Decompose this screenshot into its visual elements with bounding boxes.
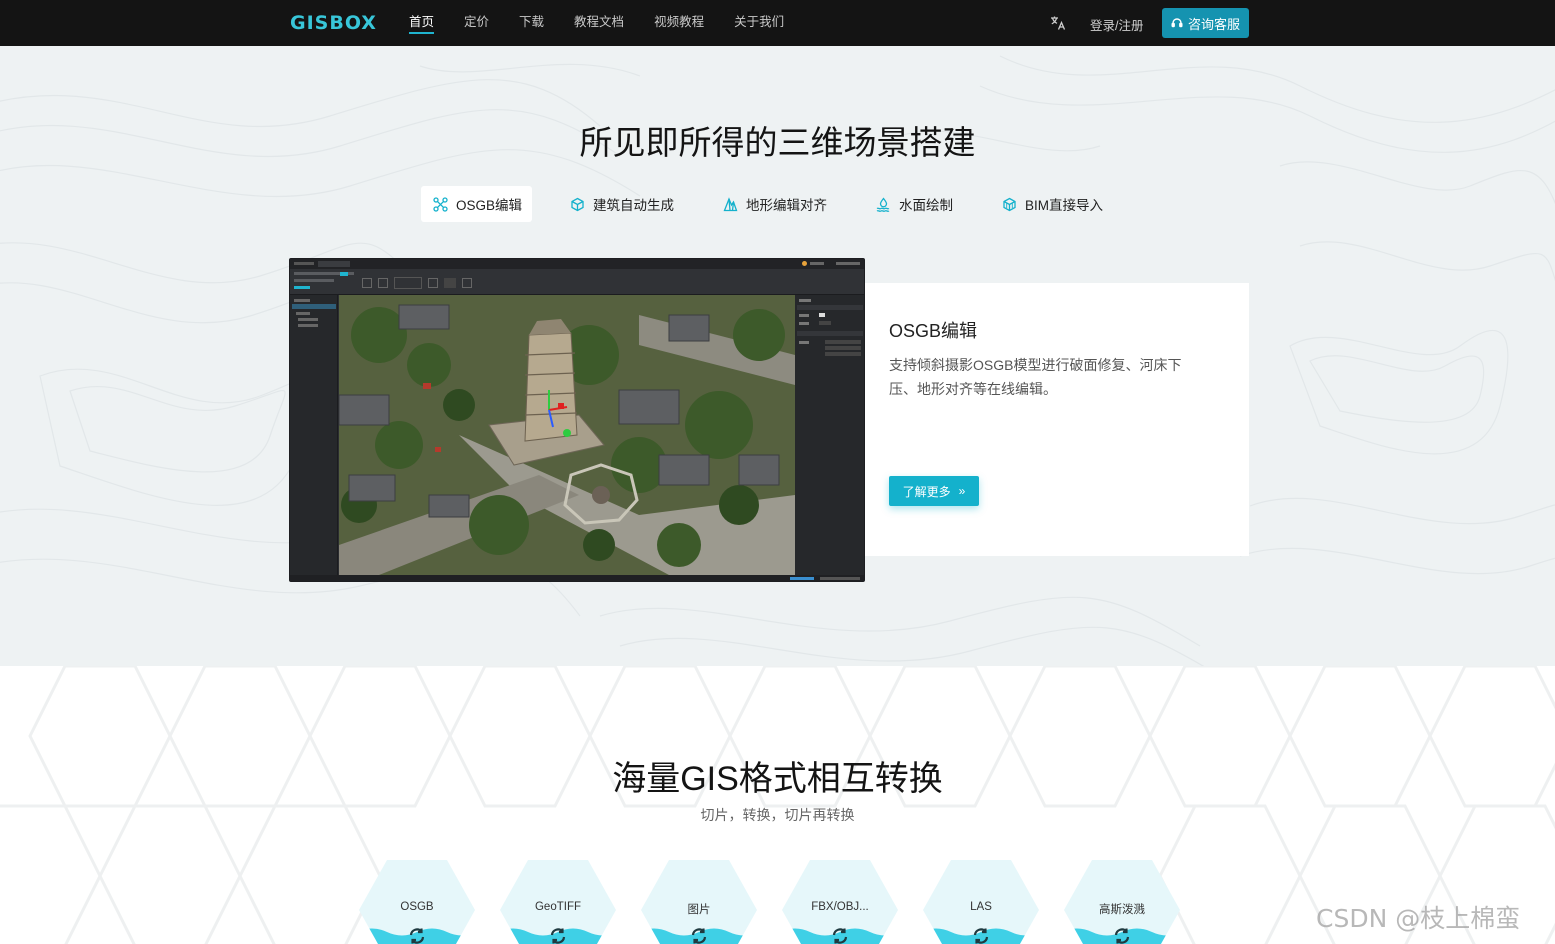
feature-tabs: OSGB编辑 建筑自动生成 地形编辑对齐 水面绘制 BIM直接导入 bbox=[0, 186, 1555, 222]
learn-more-button[interactable]: 了解更多 » bbox=[889, 476, 979, 506]
consult-service-button[interactable]: 咨询客服 bbox=[1162, 8, 1249, 38]
headset-icon bbox=[1171, 18, 1183, 28]
format-label: 高斯泼溅 bbox=[1099, 904, 1145, 916]
csdn-watermark: CSDN @枝上棉蛮 bbox=[1316, 904, 1521, 933]
format-label: LAS bbox=[970, 901, 992, 913]
nav-link-download[interactable]: 下载 bbox=[519, 0, 544, 46]
format-label: GeoTIFF bbox=[534, 901, 581, 913]
format-label: 图片 bbox=[687, 904, 711, 916]
nav-link-pricing[interactable]: 定价 bbox=[464, 0, 489, 46]
format-card-geotiff[interactable]: GeoTIFF bbox=[498, 860, 618, 944]
bim-cube-icon bbox=[1003, 197, 1016, 211]
3d-viewport bbox=[339, 295, 795, 575]
tab-terrain-align[interactable]: 地形编辑对齐 bbox=[711, 186, 837, 222]
tab-label: 建筑自动生成 bbox=[593, 198, 674, 213]
format-card-gaussian-splatting[interactable]: 高斯泼溅 bbox=[1062, 860, 1182, 944]
nav-link-home[interactable]: 首页 bbox=[409, 0, 435, 46]
translate-icon[interactable] bbox=[1049, 14, 1067, 32]
format-card-las[interactable]: LAS bbox=[921, 860, 1041, 944]
refresh-icon bbox=[832, 928, 848, 944]
tab-bim-import[interactable]: BIM直接导入 bbox=[990, 186, 1113, 222]
refresh-icon bbox=[550, 928, 566, 944]
cube-icon bbox=[571, 197, 584, 211]
refresh-icon bbox=[409, 928, 425, 944]
gisbox-logo[interactable]: GISBOX bbox=[290, 12, 377, 34]
drone-icon bbox=[433, 196, 448, 212]
app-statusbar bbox=[290, 575, 864, 581]
scene-building-section: 所见即所得的三维场景搭建 OSGB编辑 建筑自动生成 地形编辑对齐 水面绘制 B… bbox=[0, 46, 1555, 666]
feature-description-card: OSGB编辑 支持倾斜摄影OSGB模型进行破面修复、河床下压、地形对齐等在线编辑… bbox=[865, 283, 1249, 556]
terrain-icon bbox=[723, 196, 738, 211]
refresh-icon bbox=[1114, 928, 1130, 944]
format-card-osgb[interactable]: OSGB bbox=[357, 860, 477, 944]
consult-label: 咨询客服 bbox=[1187, 16, 1240, 32]
tab-osgb-edit[interactable]: OSGB编辑 bbox=[421, 186, 533, 222]
app-toolbar bbox=[290, 269, 864, 295]
section-subtitle: 切片，转换，切片再转换 bbox=[700, 807, 855, 823]
double-chevron-right-icon: » bbox=[958, 484, 966, 498]
card-title: OSGB编辑 bbox=[889, 321, 978, 341]
osgb-editor-screenshot bbox=[289, 258, 865, 582]
format-label: FBX/OBJ... bbox=[811, 901, 869, 913]
app-layer-panel bbox=[290, 295, 338, 577]
top-navbar: GISBOX 首页 定价 下载 教程文档 视频教程 关于我们 登录/注册 咨询客… bbox=[0, 0, 1555, 46]
nav-link-about[interactable]: 关于我们 bbox=[734, 0, 784, 46]
aerial-pagoda-scene bbox=[339, 295, 795, 575]
app-properties-panel bbox=[795, 295, 864, 577]
card-description: 支持倾斜摄影OSGB模型进行破面修复、河床下压、地形对齐等在线编辑。 bbox=[889, 357, 1182, 397]
section-title: 海量GIS格式相互转换 bbox=[612, 760, 943, 798]
nav-link-docs[interactable]: 教程文档 bbox=[574, 0, 624, 46]
tab-auto-building[interactable]: 建筑自动生成 bbox=[558, 186, 684, 222]
tab-water-draw[interactable]: 水面绘制 bbox=[864, 186, 963, 222]
nav-link-videos[interactable]: 视频教程 bbox=[654, 0, 704, 46]
tab-label: OSGB编辑 bbox=[456, 198, 523, 213]
tab-label: 地形编辑对齐 bbox=[746, 198, 827, 213]
format-card-image[interactable]: 图片 bbox=[639, 860, 759, 944]
login-register-link[interactable]: 登录/注册 bbox=[1090, 15, 1143, 34]
logo-text: GISBOX bbox=[290, 12, 377, 34]
learn-more-label: 了解更多 bbox=[902, 484, 951, 499]
refresh-icon bbox=[973, 928, 989, 944]
section-title: 所见即所得的三维场景搭建 bbox=[579, 124, 976, 161]
water-icon bbox=[876, 196, 890, 212]
refresh-icon bbox=[691, 928, 707, 944]
main-nav: 首页 定价 下载 教程文档 视频教程 关于我们 bbox=[409, 0, 814, 46]
tab-label: 水面绘制 bbox=[899, 198, 953, 213]
tab-label: BIM直接导入 bbox=[1025, 198, 1104, 213]
app-titlebar bbox=[290, 259, 864, 269]
format-label: OSGB bbox=[400, 901, 434, 913]
format-card-fbx-obj[interactable]: FBX/OBJ... bbox=[780, 860, 900, 944]
